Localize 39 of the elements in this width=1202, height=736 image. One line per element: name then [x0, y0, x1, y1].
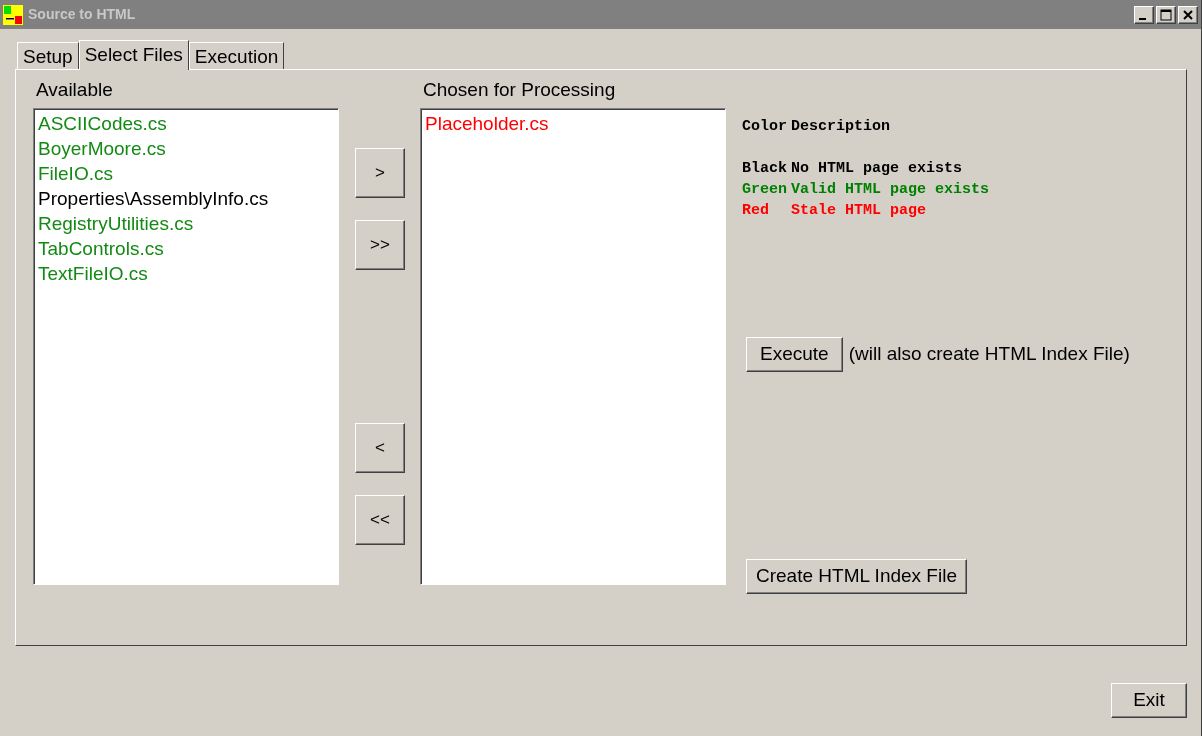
exit-button[interactable]: Exit: [1111, 683, 1187, 718]
list-label: Available: [35, 79, 114, 102]
tab[interactable]: Execution: [188, 42, 285, 69]
create-index-button[interactable]: Create HTML Index File: [746, 559, 967, 594]
legend-color-name: Red: [742, 201, 770, 221]
file-item[interactable]: FileIO.cs: [38, 161, 334, 186]
minimize-button[interactable]: [1134, 5, 1154, 24]
tab[interactable]: Select Files: [78, 40, 189, 70]
legend-color-name: Black: [742, 159, 787, 179]
legend-description: Valid HTML page exists: [791, 180, 990, 200]
execute-note: (will also create HTML Index File): [848, 342, 1130, 367]
tab[interactable]: Setup: [17, 42, 79, 69]
file-item[interactable]: TabControls.cs: [38, 236, 334, 261]
move-button[interactable]: <: [355, 423, 405, 473]
legend-description: Stale HTML page: [791, 201, 928, 221]
minimize-icon: [1138, 18, 1146, 20]
file-item[interactable]: Placeholder.cs: [425, 111, 721, 136]
legend-header: Color: [742, 117, 787, 137]
file-item[interactable]: RegistryUtilities.cs: [38, 211, 334, 236]
close-button[interactable]: [1178, 5, 1198, 24]
maximize-button[interactable]: [1156, 5, 1176, 24]
app-icon: [3, 4, 23, 25]
maximize-icon: [1160, 8, 1172, 21]
file-list[interactable]: ASCIICodes.cs BoyerMoore.cs FileIO.cs Properties\AssemblyInfo.cs RegistryUtilities.cs TabControls.cs TextFileIO.cs: [33, 108, 339, 585]
file-item[interactable]: BoyerMoore.cs: [38, 136, 334, 161]
legend-color-name: Green: [742, 180, 787, 200]
list-label: Chosen for Processing: [422, 79, 617, 102]
file-item[interactable]: Properties\AssemblyInfo.cs: [38, 186, 334, 211]
close-icon: [1182, 8, 1194, 21]
file-list[interactable]: Placeholder.cs: [420, 108, 726, 585]
execute-button[interactable]: Execute: [746, 337, 843, 372]
legend-header: Description: [791, 117, 892, 137]
legend-description: No HTML page exists: [791, 159, 964, 179]
move-button[interactable]: >: [355, 148, 405, 198]
move-button[interactable]: >>: [355, 220, 405, 270]
file-item[interactable]: TextFileIO.cs: [38, 261, 334, 286]
file-item[interactable]: ASCIICodes.cs: [38, 111, 334, 136]
move-button[interactable]: <<: [355, 495, 405, 545]
window-title: Source to HTML: [28, 5, 136, 24]
